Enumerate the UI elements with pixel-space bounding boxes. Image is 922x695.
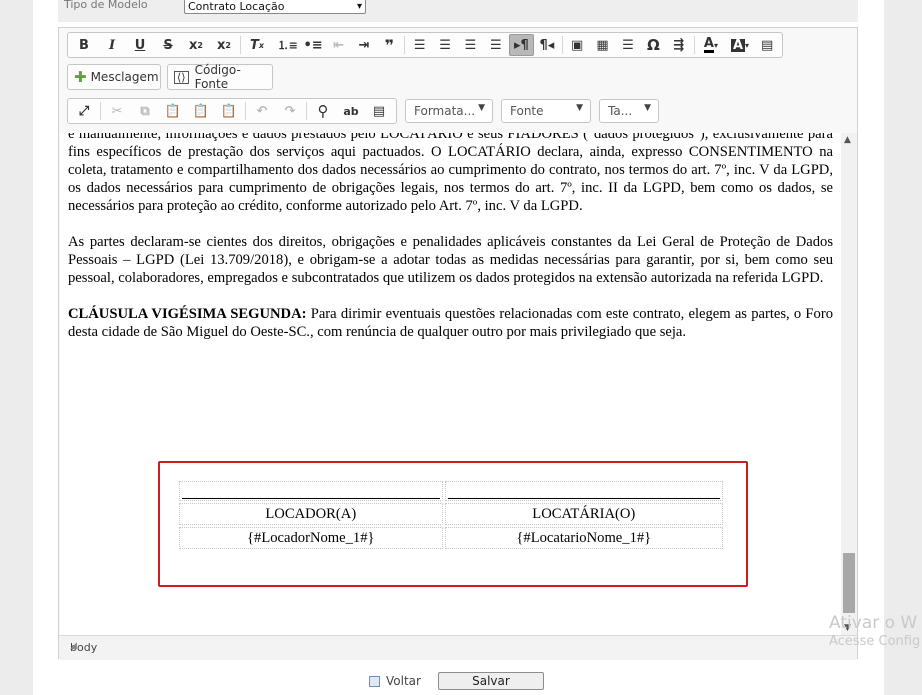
signature-highlight-box: LOCADOR(A) LOCATÁRIA(O) {#LocadorNome_1#…: [158, 461, 748, 587]
scroll-up-icon[interactable]: ▲: [844, 135, 851, 145]
align-justify-icon[interactable]: ☰: [483, 34, 508, 56]
source-code-button[interactable]: ⟨⟩ Código-Fonte: [167, 63, 273, 91]
outdent-icon[interactable]: ⇤: [326, 34, 351, 56]
editor-content[interactable]: e manualmente, informações e dados prest…: [60, 133, 841, 635]
paste-text-icon[interactable]: 📋: [187, 100, 215, 122]
toolbar-group-clipboard: ⤢ ✂ ⧉ 📋 📋 📋 ↶ ↷ ⚲ ab ▤: [67, 98, 397, 124]
remove-format-icon[interactable]: Tx: [243, 34, 271, 56]
redo-icon[interactable]: ↷: [276, 100, 304, 122]
italic-icon[interactable]: I: [98, 34, 126, 56]
toolbar-group-basic: B I U S x2 x2 Tx: [67, 32, 299, 58]
copy-icon[interactable]: ⧉: [131, 100, 159, 122]
tenant-name-placeholder: {#LocatarioNome_1#}: [444, 527, 723, 549]
special-char-icon[interactable]: Ω: [641, 34, 666, 56]
chevron-down-icon: ▾: [356, 1, 362, 12]
undo-icon[interactable]: ↶: [248, 100, 276, 122]
maximize-icon[interactable]: ⤢: [70, 100, 98, 122]
signature-line-left: [179, 481, 443, 501]
tenant-role: LOCATÁRIA(O): [444, 503, 723, 525]
back-link[interactable]: Voltar: [369, 674, 421, 688]
model-select[interactable]: Contrato Locação ▾: [184, 0, 366, 14]
toolbar-group-paragraph: ⒈≡ •≡ ⇤ ⇥ ❞ ☰ ☰ ☰ ☰ ▸¶ ¶◂ ▣ ▦ ☰ Ω ⇶ A ▾ A…: [273, 32, 783, 58]
horizontal-line-icon[interactable]: ☰: [615, 34, 640, 56]
editor-scrollbar[interactable]: ▲ ▼: [841, 133, 857, 635]
rich-text-editor: B I U S x2 x2 Tx ⒈≡ •≡ ⇤ ⇥ ❞ ☰ ☰ ☰ ☰ ▸¶ …: [58, 27, 858, 660]
maximize-preview-icon[interactable]: ▤: [755, 34, 780, 56]
model-row: Tipo de Modelo Contrato Locação ▾: [58, 0, 858, 22]
text-color-icon[interactable]: A ▾: [696, 34, 725, 56]
blockquote-icon[interactable]: ❞: [377, 34, 402, 56]
scrollbar-thumb[interactable]: [843, 553, 855, 613]
align-center-icon[interactable]: ☰: [432, 34, 457, 56]
source-icon: ⟨⟩: [174, 70, 189, 84]
bold-icon[interactable]: B: [70, 34, 98, 56]
model-label: Tipo de Modelo: [64, 0, 148, 11]
signature-table[interactable]: LOCADOR(A) LOCATÁRIA(O) {#LocadorNome_1#…: [177, 479, 725, 551]
format-combo[interactable]: Formata... ▼: [405, 99, 493, 123]
save-button[interactable]: Salvar: [437, 672, 544, 690]
paste-word-icon[interactable]: 📋: [215, 100, 243, 122]
model-select-value: Contrato Locação: [188, 0, 285, 13]
indent-icon[interactable]: ⇥: [351, 34, 376, 56]
select-all-icon[interactable]: ▤: [365, 100, 393, 122]
resize-grip-icon[interactable]: ◢: [70, 641, 855, 658]
signature-line-right: [444, 481, 723, 501]
align-right-icon[interactable]: ☰: [458, 34, 483, 56]
document-body: e manualmente, informações e dados prest…: [68, 133, 833, 359]
chevron-down-icon: ▼: [478, 103, 485, 113]
plus-icon: ✚: [74, 68, 87, 86]
align-left-icon[interactable]: ☰: [407, 34, 432, 56]
table-icon[interactable]: ▦: [590, 34, 615, 56]
strikethrough-icon[interactable]: S: [154, 34, 182, 56]
form-footer: Voltar Salvar: [369, 672, 544, 690]
background-color-icon[interactable]: A ▾: [725, 34, 754, 56]
size-combo[interactable]: Ta... ▼: [599, 99, 659, 123]
mesclagem-button[interactable]: ✚ Mesclagem: [67, 64, 161, 90]
text-direction-ltr-icon[interactable]: ▸¶: [508, 34, 535, 56]
status-bar: body ◢: [59, 635, 857, 660]
paragraph-clause-22: CLÁUSULA VIGÉSIMA SEGUNDA: Para dirimir …: [68, 305, 833, 341]
paragraph-lgpd-consent: e manualmente, informações e dados prest…: [68, 133, 833, 214]
clause-heading: CLÁUSULA VIGÉSIMA SEGUNDA:: [68, 306, 307, 322]
underline-icon[interactable]: U: [126, 34, 154, 56]
activation-watermark: Ativar o W Acesse Config: [829, 613, 921, 649]
bulleted-list-icon[interactable]: •≡: [300, 34, 325, 56]
subscript-icon[interactable]: x2: [182, 34, 210, 56]
chevron-down-icon: ▼: [576, 103, 583, 113]
image-icon[interactable]: ▣: [564, 34, 589, 56]
superscript-icon[interactable]: x2: [210, 34, 238, 56]
paste-icon[interactable]: 📋: [159, 100, 187, 122]
list-icon: [369, 675, 380, 687]
landlord-role: LOCADOR(A): [179, 503, 443, 525]
font-combo[interactable]: Fonte ▼: [501, 99, 591, 123]
numbered-list-icon[interactable]: ⒈≡: [275, 34, 300, 56]
cut-icon[interactable]: ✂: [103, 100, 131, 122]
replace-icon[interactable]: ab: [337, 100, 365, 122]
chevron-down-icon: ▼: [644, 103, 651, 113]
text-direction-rtl-icon[interactable]: ¶◂: [534, 34, 559, 56]
find-icon[interactable]: ⚲: [309, 100, 337, 122]
landlord-name-placeholder: {#LocadorNome_1#}: [179, 527, 443, 549]
page-break-icon[interactable]: ⇶: [666, 34, 691, 56]
paragraph-lgpd-declaration: As partes declaram-se cientes dos direit…: [68, 234, 833, 286]
